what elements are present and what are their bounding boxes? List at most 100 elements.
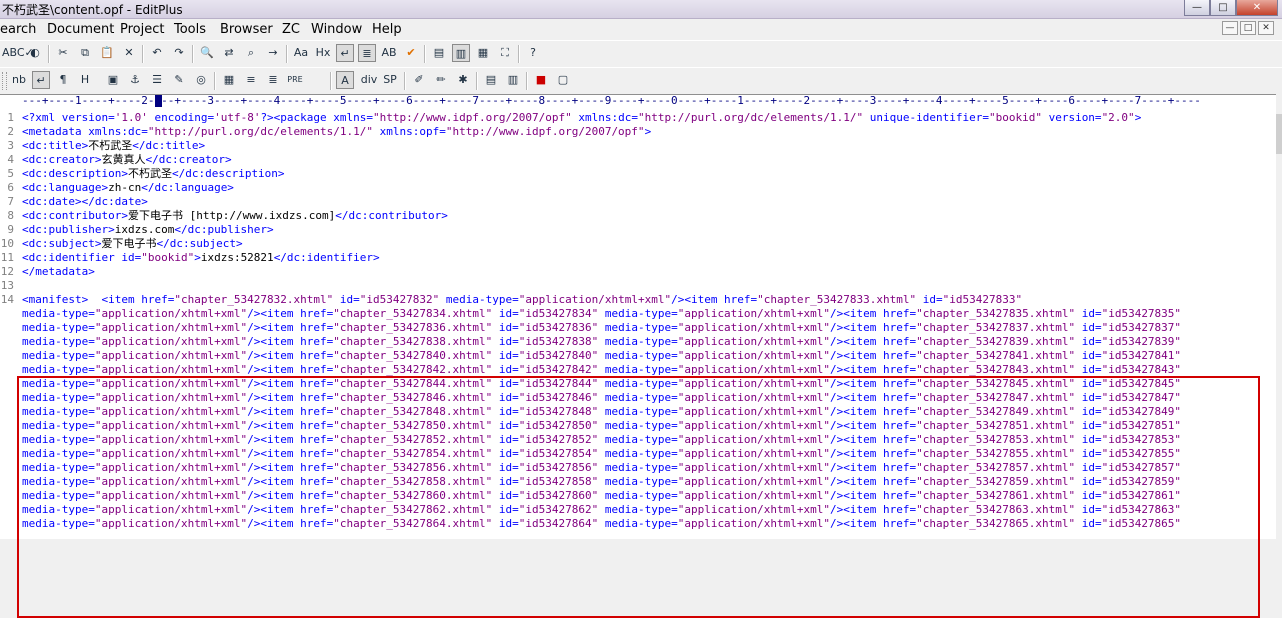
heading-icon[interactable]: H	[76, 71, 94, 89]
code-token-value: '1.0'	[114, 111, 148, 124]
toolbar-grip[interactable]	[2, 72, 7, 90]
doc-minimize-button[interactable]: —	[1222, 21, 1238, 35]
replace-icon[interactable]: ⇄	[220, 44, 238, 62]
form-icon[interactable]: ✐	[410, 71, 428, 89]
menu-window[interactable]: Window	[311, 22, 362, 37]
undo-icon[interactable]: ↶	[148, 44, 166, 62]
editor-pane[interactable]: ---+----1----+----2----+----3----+----4-…	[0, 94, 1276, 618]
code-line: media-type="application/xhtml+xml"/><ite…	[22, 335, 1276, 349]
code-token-value: "application/xhtml+xml"	[94, 335, 248, 348]
redo-icon[interactable]: ↷	[170, 44, 188, 62]
column-mode-icon[interactable]: ≣	[358, 44, 376, 62]
browser-view-icon[interactable]: ◐	[26, 44, 44, 62]
code-token-value: "http://www.idpf.org/2007/opf"	[373, 111, 572, 124]
span-icon[interactable]: SP	[380, 71, 400, 89]
cliptext-icon[interactable]: ▦	[474, 44, 492, 62]
panel-icon[interactable]: ▢	[554, 71, 572, 89]
scrollbar-thumb[interactable]	[1276, 114, 1282, 154]
code-line: <dc:contributor>爱下电子书 [http://www.ixdzs.…	[22, 209, 1276, 223]
style-icon[interactable]: ✏	[432, 71, 450, 89]
toolbar-separator	[330, 72, 332, 90]
check-icon[interactable]: ✔	[402, 44, 420, 62]
font-tag-icon[interactable]: A	[336, 71, 354, 89]
code-token-value: "chapter_53427843.xhtml"	[916, 363, 1076, 376]
code-token-tag: <dc:contributor>	[22, 209, 128, 222]
maximize-button[interactable]: □	[1210, 0, 1236, 16]
minimize-button[interactable]: —	[1184, 0, 1210, 16]
menu-browser[interactable]: Browser	[220, 22, 273, 37]
window-title: 不朽武圣\content.opf - EditPlus	[2, 3, 183, 17]
code-token-tag: >	[1134, 111, 1142, 124]
code-token-tag: media-type=	[598, 307, 678, 320]
delete-icon[interactable]: ✕	[120, 44, 138, 62]
line-number: 14	[0, 293, 14, 306]
fullscreen-icon[interactable]: ⛶	[496, 44, 514, 62]
font-icon[interactable]: Aa	[292, 44, 310, 62]
image-icon[interactable]: ▣	[104, 71, 122, 89]
code-token-value: "application/xhtml+xml"	[94, 307, 248, 320]
cut-icon[interactable]: ✂	[54, 44, 72, 62]
code-token-value: "chapter_53427832.xhtml"	[174, 293, 334, 306]
color-picker-icon[interactable]: ■	[532, 71, 550, 89]
menu-search[interactable]: earch	[0, 22, 36, 37]
menu-tools[interactable]: Tools	[174, 22, 206, 37]
div-icon[interactable]: div	[358, 71, 380, 89]
find-icon[interactable]: 🔍	[198, 44, 216, 62]
list-icon[interactable]: ≡	[242, 71, 260, 89]
code-token-tag: id=	[1075, 335, 1102, 348]
pre-icon[interactable]: PRE	[286, 71, 304, 89]
toolbar-separator	[404, 72, 406, 90]
anchor-icon[interactable]: ⚓	[126, 71, 144, 89]
paste-icon[interactable]: 📋	[98, 44, 116, 62]
spellcheck-icon[interactable]: ABC✓	[2, 44, 34, 62]
script-icon[interactable]: ✱	[454, 71, 472, 89]
code-token-tag: /><item href=	[830, 335, 917, 348]
code-token-tag: media-type=	[439, 293, 519, 306]
code-token-value: 'utf-8'	[214, 111, 261, 124]
code-token-tag: id=	[492, 349, 519, 362]
code-token-value: "chapter_53427833.xhtml"	[757, 293, 917, 306]
code-token-tag: >	[194, 251, 201, 264]
code-token-tag: media-type=	[22, 349, 95, 362]
sort-icon[interactable]: AB	[380, 44, 398, 62]
close-button[interactable]: ✕	[1236, 0, 1278, 16]
color-icon[interactable]: ◎	[192, 71, 210, 89]
frame-icon[interactable]: ▥	[504, 71, 522, 89]
find-in-files-icon[interactable]: ⌕	[242, 44, 260, 62]
vertical-scrollbar[interactable]	[1276, 94, 1282, 538]
br-icon[interactable]: ↵	[32, 71, 50, 89]
code-token-value: "chapter_53427836.xhtml"	[333, 321, 493, 334]
document-selector-icon[interactable]: ▤	[430, 44, 448, 62]
menu-project[interactable]: Project	[120, 22, 164, 37]
doc-close-button[interactable]: ✕	[1258, 21, 1274, 35]
code-token-value: "application/xhtml+xml"	[94, 349, 248, 362]
menu-help[interactable]: Help	[372, 22, 402, 37]
toolbar-separator	[476, 72, 478, 90]
code-token-value: "http://purl.org/dc/elements/1.1/"	[147, 125, 374, 138]
code-token-tag: xmlns:dc=	[571, 111, 638, 124]
hr-icon[interactable]: ☰	[148, 71, 166, 89]
center-icon[interactable]: ≣	[264, 71, 282, 89]
preview-icon[interactable]: ▤	[482, 71, 500, 89]
nbsp-icon[interactable]: nb	[10, 71, 28, 89]
menu-document[interactable]: Document	[47, 22, 114, 37]
word-wrap-icon[interactable]: ↵	[336, 44, 354, 62]
copy-icon[interactable]: ⧉	[76, 44, 94, 62]
code-token-tag: /><item href=	[830, 307, 917, 320]
line-number: 13	[0, 279, 14, 292]
menu-zc[interactable]: ZC	[282, 22, 300, 37]
help-icon[interactable]: ?	[524, 44, 542, 62]
code-line: <dc:description>不朽武圣</dc:description>	[22, 167, 1276, 181]
code-token-tag: <dc:identifier id=	[22, 251, 142, 264]
doc-restore-button[interactable]: □	[1240, 21, 1256, 35]
goto-icon[interactable]: →	[264, 44, 282, 62]
paragraph-icon[interactable]: ¶	[54, 71, 72, 89]
code-token-tag: id=	[1075, 307, 1102, 320]
code-token-tag: encoding=	[147, 111, 215, 124]
line-number-gutter: 1 2 3 4 5 6 7 8 9 10 11 12 13 14	[0, 111, 14, 307]
output-window-icon[interactable]: ▥	[452, 44, 470, 62]
code-token-value: "http://www.idpf.org/2007/opf"	[445, 125, 645, 138]
table-icon[interactable]: ▦	[220, 71, 238, 89]
edit-icon[interactable]: ✎	[170, 71, 188, 89]
hex-viewer-icon[interactable]: Hx	[314, 44, 332, 62]
